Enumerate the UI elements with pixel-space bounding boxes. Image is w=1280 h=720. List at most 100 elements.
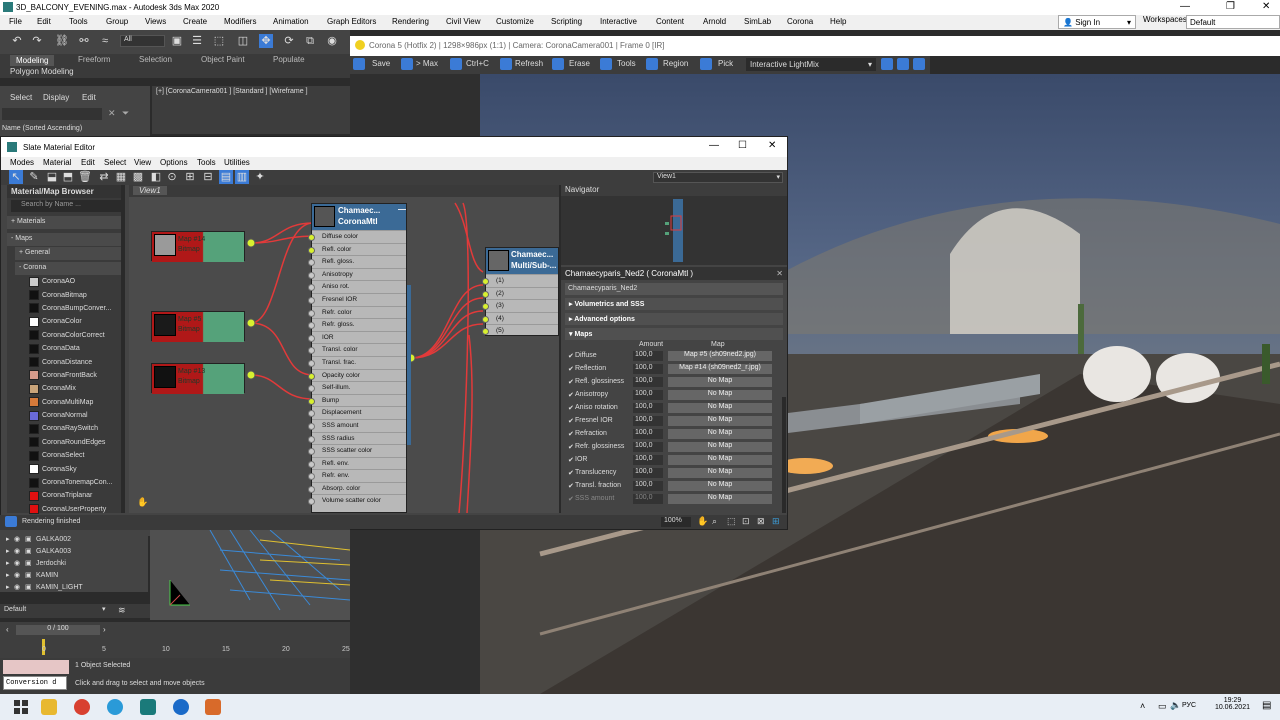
browser-section-materials[interactable]: + Materials	[7, 216, 125, 229]
browser-item[interactable]: CoronaNormal	[7, 409, 125, 422]
ribbon-tab-selection[interactable]: Selection	[139, 55, 172, 64]
map-row-amount[interactable]: 100,0	[633, 494, 663, 504]
slot-socket-icon[interactable]	[482, 328, 489, 336]
browser-item[interactable]: CoronaColorCorrect	[7, 329, 125, 342]
expand-icon[interactable]: ▸	[6, 570, 10, 582]
view-dropdown[interactable]: View1 ▾	[653, 172, 783, 183]
close-icon[interactable]: ✕	[1262, 1, 1270, 12]
layer-item[interactable]: ▸ ◉ ▣ KAMIN	[0, 570, 148, 582]
mtl-slot[interactable]: Refl. env.	[308, 456, 406, 470]
zoom-extents-icon[interactable]: ⊡	[742, 516, 750, 527]
close-icon[interactable]: ✕	[776, 269, 783, 278]
map-row-button[interactable]: No Map	[668, 377, 772, 387]
slot-socket-icon[interactable]	[482, 278, 489, 285]
slate-menu-options[interactable]: Options	[160, 158, 188, 167]
volume-icon[interactable]: 🔈	[1170, 700, 1181, 711]
slate-menu-tools[interactable]: Tools	[197, 158, 216, 167]
vfb-refresh-button[interactable]: Refresh	[515, 59, 543, 68]
zoom-out-icon[interactable]	[897, 58, 909, 70]
menu-customize[interactable]: Customize	[496, 17, 534, 26]
browser-section-maps[interactable]: - Maps	[7, 233, 125, 246]
multi-sub-node-header[interactable]: Chamaec... Multi/Sub-...	[486, 248, 558, 274]
telegram-icon[interactable]	[107, 699, 123, 715]
select-tool-icon[interactable]: ↖	[9, 170, 23, 184]
map-row-amount[interactable]: 100,0	[633, 468, 663, 478]
network-icon[interactable]: ▭	[1158, 701, 1167, 712]
browser-item[interactable]: CoronaColor	[7, 315, 125, 328]
mtl-slot[interactable]: Refr. gloss.	[308, 318, 406, 331]
browser-scrollbar[interactable]	[121, 185, 125, 513]
bitmap-node[interactable]: Map #13 Bitmap	[151, 363, 245, 394]
rotate-icon[interactable]: ⟳	[282, 34, 296, 48]
map-row-button[interactable]: No Map	[668, 455, 772, 465]
browser-item[interactable]: CoronaData	[7, 342, 125, 355]
slate-menu-modes[interactable]: Modes	[10, 158, 34, 167]
zoom-all-icon[interactable]: ⊞	[772, 516, 780, 527]
select-by-material-icon[interactable]: ✦	[253, 170, 267, 184]
rollout-maps[interactable]: ▾ Maps	[565, 328, 783, 340]
slot-socket-icon[interactable]	[482, 315, 489, 323]
select-by-name-icon[interactable]: ☰	[190, 34, 204, 48]
mtl-slot[interactable]: Anisotropy	[308, 267, 406, 281]
menu-civil-view[interactable]: Civil View	[446, 17, 481, 26]
eye-icon[interactable]: ◉	[14, 534, 20, 546]
map-row-amount[interactable]: 100,0	[633, 364, 663, 374]
browser-item[interactable]: CoronaTriplanar	[7, 489, 125, 502]
sample-icon[interactable]: ⊙	[165, 170, 179, 184]
time-next-icon[interactable]: ›	[103, 625, 106, 634]
checkbox-icon[interactable]: ✔	[568, 378, 574, 386]
slot-socket-icon[interactable]	[308, 485, 315, 493]
map-row-button[interactable]: No Map	[668, 468, 772, 478]
timeline[interactable]: ‹ 0 / 100 › 0 5 10 15 20 25	[0, 622, 350, 658]
winrar-icon[interactable]	[205, 699, 221, 715]
ribbon-tab-modeling[interactable]: Modeling	[10, 55, 55, 66]
background-icon[interactable]: ▩	[131, 170, 145, 184]
put-to-scene-icon[interactable]: ⬓	[45, 170, 59, 184]
default-layer-label[interactable]: Default	[4, 606, 26, 613]
map-row-amount[interactable]: 100,0	[633, 351, 663, 361]
bitmap-node[interactable]: Map #14 Bitmap	[151, 231, 245, 262]
layer-item[interactable]: ▸ ◉ ▣ KAMIN_LIGHT	[0, 582, 148, 594]
slot-socket-icon[interactable]	[308, 246, 315, 254]
browser-item[interactable]: CoronaAO	[7, 275, 125, 288]
windows-start-icon[interactable]	[14, 700, 28, 714]
browser-item[interactable]: CoronaDistance	[7, 355, 125, 368]
expand-icon[interactable]: ▸	[6, 534, 10, 546]
slot-socket-icon[interactable]	[308, 372, 315, 380]
scene-tab-select[interactable]: Select	[10, 93, 32, 102]
3dsmax-icon[interactable]	[140, 699, 156, 715]
lightmix-dropdown[interactable]: Interactive LightMix ▾	[746, 58, 876, 71]
map-row-amount[interactable]: 100,0	[633, 442, 663, 452]
scene-search-input[interactable]	[2, 108, 102, 120]
menu-create[interactable]: Create	[183, 17, 207, 26]
menu-scripting[interactable]: Scripting	[551, 17, 582, 26]
mtl-slot[interactable]: Opacity color	[308, 368, 406, 382]
vfb-to-max-button[interactable]: > Max	[416, 59, 438, 68]
mtl-slot[interactable]: Diffuse color	[308, 230, 406, 243]
zoom-region-icon[interactable]: ⬚	[727, 516, 736, 527]
checkbox-icon[interactable]: ✔	[568, 365, 574, 373]
mtl-slot[interactable]: Transl. color	[308, 343, 406, 356]
map-row-amount[interactable]: 100,0	[633, 377, 663, 387]
mtl-slot[interactable]: Absorp. color	[308, 481, 406, 495]
browser-item[interactable]: CoronaSelect	[7, 449, 125, 462]
layer-item[interactable]: ▸ ◉ ▣ GALKA002	[0, 534, 148, 546]
mtl-slot[interactable]: Self-illum.	[308, 381, 406, 394]
file-explorer-icon[interactable]	[41, 699, 57, 715]
zoom-selected-icon[interactable]: ⊠	[757, 516, 765, 527]
chrome-icon[interactable]	[74, 699, 90, 715]
layers-icon[interactable]: ≋	[118, 605, 126, 616]
node-view[interactable]: View1 Map #14 Bitmap Map #5 Bitmap Map #13 Bi…	[129, 185, 559, 513]
browser-item[interactable]: CoronaBumpConver...	[7, 302, 125, 315]
scene-tab-display[interactable]: Display	[43, 93, 69, 102]
slot-socket-icon[interactable]	[308, 296, 315, 304]
ribbon-polygon-modeling[interactable]: Polygon Modeling	[0, 67, 74, 76]
menu-simlab[interactable]: SimLab	[744, 17, 771, 26]
redo-icon[interactable]: ↷	[30, 34, 44, 48]
mtl-slot[interactable]: Refl. color	[308, 242, 406, 256]
browser-section-general[interactable]: + General	[15, 247, 125, 260]
slot-socket-icon[interactable]	[482, 290, 489, 298]
checkbox-icon[interactable]: ✔	[568, 495, 574, 503]
zoom-in-icon[interactable]	[881, 58, 893, 70]
checkbox-icon[interactable]: ✔	[568, 417, 574, 425]
